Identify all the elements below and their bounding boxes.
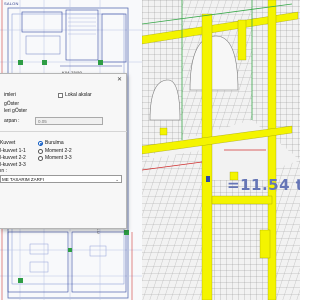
show-ext-option[interactable]: gÖster bbox=[4, 101, 19, 107]
show-wall-label: leri gÖster bbox=[4, 108, 28, 114]
force-1-label: l-kuvvet 1-1 bbox=[0, 148, 26, 154]
radio-moment22-indicator[interactable] bbox=[38, 148, 43, 154]
force-header-row: Kuvvet bbox=[0, 140, 15, 146]
radio-moment33-label: Moment 3-3 bbox=[45, 155, 72, 161]
factor-input[interactable]: 0.05 bbox=[35, 117, 103, 125]
force-2-option[interactable]: l-kuvvet 2-2 bbox=[0, 155, 26, 161]
radio-torsion[interactable]: Burulma bbox=[38, 140, 64, 146]
fem-mesh-drawing bbox=[142, 0, 300, 300]
force-2-label: l-kuvvet 2-2 bbox=[0, 155, 26, 161]
close-icon[interactable]: ✕ bbox=[117, 76, 122, 83]
factor-label-row: arpan : bbox=[4, 118, 20, 124]
dialog-separator bbox=[0, 131, 127, 132]
force-header-label: Kuvvet bbox=[0, 140, 16, 146]
radio-torsion-label: Burulma bbox=[45, 140, 64, 146]
radio-moment33-indicator[interactable] bbox=[38, 155, 43, 161]
show-values-option[interactable]: imleri bbox=[4, 92, 16, 98]
radio-moment22-label: Moment 2-2 bbox=[45, 148, 72, 154]
radio-torsion-indicator[interactable] bbox=[38, 140, 43, 146]
combo-label-row: ın : bbox=[0, 168, 7, 174]
force-display-dialog: ✕ imleri Lokal akslar gÖster leri gÖster… bbox=[0, 73, 127, 229]
load-combination-value: ME TASARIM ZARFI bbox=[2, 177, 44, 182]
plan-room-label: SALON bbox=[4, 1, 19, 6]
show-ext-label: gÖster bbox=[4, 101, 20, 107]
local-axes-checkbox-box[interactable] bbox=[58, 92, 63, 98]
local-axes-label: Lokal akslar bbox=[65, 92, 92, 98]
radio-moment33[interactable]: Moment 3-3 bbox=[38, 155, 72, 161]
force-value-label: =11.54 tf bbox=[227, 176, 300, 194]
force-1-option[interactable]: l-kuvvet 1-1 bbox=[0, 148, 26, 154]
local-axes-checkbox[interactable]: Lokal akslar bbox=[58, 92, 92, 98]
radio-moment22[interactable]: Moment 2-2 bbox=[38, 148, 72, 154]
chevron-down-icon[interactable]: ⌄ bbox=[115, 176, 119, 183]
load-combination-dropdown[interactable]: ME TASARIM ZARFI ⌄ bbox=[0, 175, 122, 183]
3d-model-view[interactable]: =11.54 tf bbox=[142, 0, 300, 300]
show-values-label: imleri bbox=[4, 92, 16, 98]
combo-label: ın : bbox=[0, 168, 7, 174]
show-wall-option[interactable]: leri gÖster bbox=[4, 108, 27, 114]
factor-label: arpan : bbox=[4, 118, 20, 124]
